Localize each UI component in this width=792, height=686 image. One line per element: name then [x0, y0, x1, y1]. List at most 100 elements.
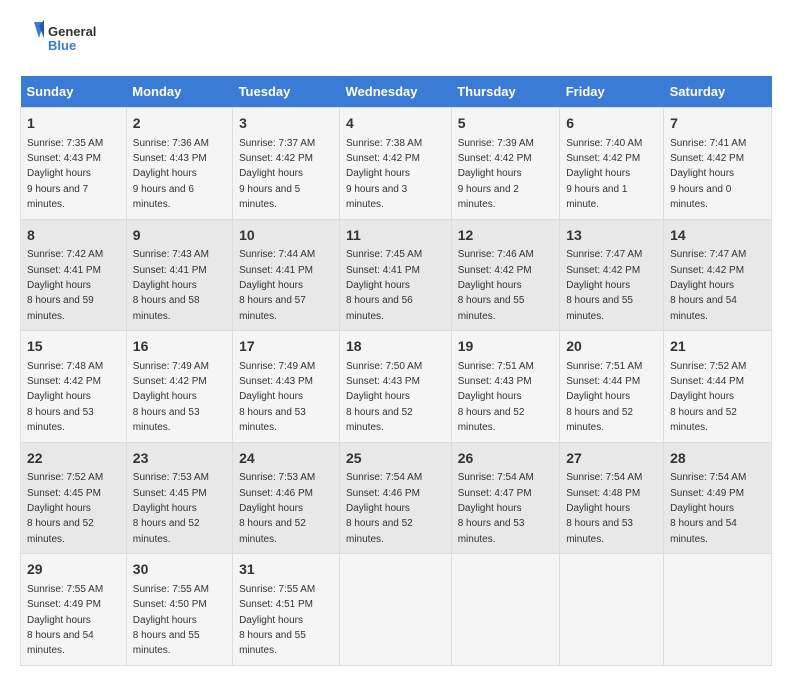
- day-info: Sunrise: 7:51 AMSunset: 4:43 PMDaylight …: [458, 361, 534, 434]
- day-number: 23: [133, 449, 226, 469]
- day-info: Sunrise: 7:55 AMSunset: 4:51 PMDaylight …: [239, 584, 315, 657]
- calendar-cell: 9 Sunrise: 7:43 AMSunset: 4:41 PMDaylight…: [126, 219, 232, 331]
- calendar-cell: 7 Sunrise: 7:41 AMSunset: 4:42 PMDaylight…: [664, 108, 772, 220]
- day-info: Sunrise: 7:53 AMSunset: 4:45 PMDaylight …: [133, 472, 209, 545]
- day-number: 3: [239, 114, 333, 134]
- day-info: Sunrise: 7:44 AMSunset: 4:41 PMDaylight …: [239, 249, 315, 322]
- calendar-cell: 5 Sunrise: 7:39 AMSunset: 4:42 PMDaylight…: [451, 108, 560, 220]
- day-number: 26: [458, 449, 554, 469]
- day-number: 21: [670, 337, 765, 357]
- day-info: Sunrise: 7:48 AMSunset: 4:42 PMDaylight …: [27, 361, 103, 434]
- calendar-cell: 20Sunrise: 7:51 AMSunset: 4:44 PMDayligh…: [560, 331, 664, 443]
- column-header-tuesday: Tuesday: [233, 76, 340, 108]
- calendar-cell: 18 Sunrise: 7:50 AMSunset: 4:43 PMDayligh…: [340, 331, 452, 443]
- column-header-wednesday: Wednesday: [340, 76, 452, 108]
- day-info: Sunrise: 7:49 AMSunset: 4:42 PMDaylight …: [133, 361, 209, 434]
- day-info: Sunrise: 7:45 AMSunset: 4:41 PMDaylight …: [346, 249, 422, 322]
- calendar-cell: 27Sunrise: 7:54 AMSunset: 4:48 PMDayligh…: [560, 442, 664, 554]
- calendar-header-row: SundayMondayTuesdayWednesdayThursdayFrid…: [21, 76, 772, 108]
- day-info: Sunrise: 7:47 AMSunset: 4:42 PMDaylight …: [566, 249, 642, 322]
- calendar-cell: 24 Sunrise: 7:53 AMSunset: 4:46 PMDayligh…: [233, 442, 340, 554]
- day-info: Sunrise: 7:38 AMSunset: 4:42 PMDaylight …: [346, 138, 422, 211]
- day-number: 15: [27, 337, 120, 357]
- column-header-saturday: Saturday: [664, 76, 772, 108]
- day-info: Sunrise: 7:54 AMSunset: 4:47 PMDaylight …: [458, 472, 534, 545]
- day-number: 19: [458, 337, 554, 357]
- svg-text:Blue: Blue: [48, 38, 76, 53]
- day-info: Sunrise: 7:43 AMSunset: 4:41 PMDaylight …: [133, 249, 209, 322]
- calendar-cell: [340, 554, 452, 666]
- day-number: 24: [239, 449, 333, 469]
- calendar-cell: 29 Sunrise: 7:55 AMSunset: 4:49 PMDayligh…: [21, 554, 127, 666]
- header: General Blue: [20, 20, 772, 60]
- day-number: 27: [566, 449, 657, 469]
- day-number: 17: [239, 337, 333, 357]
- day-info: Sunrise: 7:42 AMSunset: 4:41 PMDaylight …: [27, 249, 103, 322]
- calendar-cell: 12Sunrise: 7:46 AMSunset: 4:42 PMDayligh…: [451, 219, 560, 331]
- calendar-table: SundayMondayTuesdayWednesdayThursdayFrid…: [20, 76, 772, 666]
- svg-text:General: General: [48, 24, 96, 39]
- calendar-week-3: 15 Sunrise: 7:48 AMSunset: 4:42 PMDayligh…: [21, 331, 772, 443]
- day-info: Sunrise: 7:55 AMSunset: 4:50 PMDaylight …: [133, 584, 209, 657]
- day-number: 29: [27, 560, 120, 580]
- calendar-cell: 30 Sunrise: 7:55 AMSunset: 4:50 PMDayligh…: [126, 554, 232, 666]
- day-number: 30: [133, 560, 226, 580]
- calendar-cell: 1 Sunrise: 7:35 AMSunset: 4:43 PMDaylight…: [21, 108, 127, 220]
- calendar-cell: 3 Sunrise: 7:37 AMSunset: 4:42 PMDaylight…: [233, 108, 340, 220]
- calendar-cell: 14Sunrise: 7:47 AMSunset: 4:42 PMDayligh…: [664, 219, 772, 331]
- day-number: 1: [27, 114, 120, 134]
- day-info: Sunrise: 7:54 AMSunset: 4:46 PMDaylight …: [346, 472, 422, 545]
- calendar-cell: 10 Sunrise: 7:44 AMSunset: 4:41 PMDayligh…: [233, 219, 340, 331]
- day-number: 9: [133, 226, 226, 246]
- calendar-cell: 19 Sunrise: 7:51 AMSunset: 4:43 PMDayligh…: [451, 331, 560, 443]
- day-number: 2: [133, 114, 226, 134]
- day-number: 18: [346, 337, 445, 357]
- day-info: Sunrise: 7:35 AMSunset: 4:43 PMDaylight …: [27, 138, 103, 211]
- day-info: Sunrise: 7:39 AMSunset: 4:42 PMDaylight …: [458, 138, 534, 211]
- calendar-week-2: 8Sunrise: 7:42 AMSunset: 4:41 PMDaylight…: [21, 219, 772, 331]
- day-number: 7: [670, 114, 765, 134]
- day-info: Sunrise: 7:49 AMSunset: 4:43 PMDaylight …: [239, 361, 315, 434]
- calendar-cell: 21 Sunrise: 7:52 AMSunset: 4:44 PMDayligh…: [664, 331, 772, 443]
- calendar-cell: [664, 554, 772, 666]
- calendar-cell: 23 Sunrise: 7:53 AMSunset: 4:45 PMDayligh…: [126, 442, 232, 554]
- day-info: Sunrise: 7:55 AMSunset: 4:49 PMDaylight …: [27, 584, 103, 657]
- day-number: 10: [239, 226, 333, 246]
- day-number: 4: [346, 114, 445, 134]
- day-number: 5: [458, 114, 554, 134]
- day-info: Sunrise: 7:40 AMSunset: 4:42 PMDaylight …: [566, 138, 642, 211]
- calendar-cell: 22Sunrise: 7:52 AMSunset: 4:45 PMDayligh…: [21, 442, 127, 554]
- day-number: 13: [566, 226, 657, 246]
- day-info: Sunrise: 7:36 AMSunset: 4:43 PMDaylight …: [133, 138, 209, 211]
- day-info: Sunrise: 7:53 AMSunset: 4:46 PMDaylight …: [239, 472, 315, 545]
- calendar-cell: 31 Sunrise: 7:55 AMSunset: 4:51 PMDayligh…: [233, 554, 340, 666]
- calendar-cell: 26 Sunrise: 7:54 AMSunset: 4:47 PMDayligh…: [451, 442, 560, 554]
- column-header-sunday: Sunday: [21, 76, 127, 108]
- calendar-cell: 17 Sunrise: 7:49 AMSunset: 4:43 PMDayligh…: [233, 331, 340, 443]
- day-info: Sunrise: 7:46 AMSunset: 4:42 PMDaylight …: [458, 249, 534, 322]
- day-number: 31: [239, 560, 333, 580]
- day-info: Sunrise: 7:54 AMSunset: 4:49 PMDaylight …: [670, 472, 746, 545]
- calendar-cell: 15 Sunrise: 7:48 AMSunset: 4:42 PMDayligh…: [21, 331, 127, 443]
- day-number: 11: [346, 226, 445, 246]
- day-number: 25: [346, 449, 445, 469]
- calendar-cell: 13 Sunrise: 7:47 AMSunset: 4:42 PMDayligh…: [560, 219, 664, 331]
- calendar-cell: [451, 554, 560, 666]
- day-info: Sunrise: 7:52 AMSunset: 4:45 PMDaylight …: [27, 472, 103, 545]
- column-header-friday: Friday: [560, 76, 664, 108]
- day-info: Sunrise: 7:41 AMSunset: 4:42 PMDaylight …: [670, 138, 746, 211]
- day-number: 28: [670, 449, 765, 469]
- day-info: Sunrise: 7:50 AMSunset: 4:43 PMDaylight …: [346, 361, 422, 434]
- day-info: Sunrise: 7:51 AMSunset: 4:44 PMDaylight …: [566, 361, 642, 434]
- calendar-cell: 28 Sunrise: 7:54 AMSunset: 4:49 PMDayligh…: [664, 442, 772, 554]
- day-info: Sunrise: 7:37 AMSunset: 4:42 PMDaylight …: [239, 138, 315, 211]
- day-info: Sunrise: 7:52 AMSunset: 4:44 PMDaylight …: [670, 361, 746, 434]
- calendar-week-4: 22Sunrise: 7:52 AMSunset: 4:45 PMDayligh…: [21, 442, 772, 554]
- day-info: Sunrise: 7:47 AMSunset: 4:42 PMDaylight …: [670, 249, 746, 322]
- day-number: 6: [566, 114, 657, 134]
- day-number: 16: [133, 337, 226, 357]
- calendar-week-1: 1 Sunrise: 7:35 AMSunset: 4:43 PMDaylight…: [21, 108, 772, 220]
- calendar-cell: 8Sunrise: 7:42 AMSunset: 4:41 PMDaylight…: [21, 219, 127, 331]
- calendar-cell: 11 Sunrise: 7:45 AMSunset: 4:41 PMDayligh…: [340, 219, 452, 331]
- calendar-cell: 2 Sunrise: 7:36 AMSunset: 4:43 PMDaylight…: [126, 108, 232, 220]
